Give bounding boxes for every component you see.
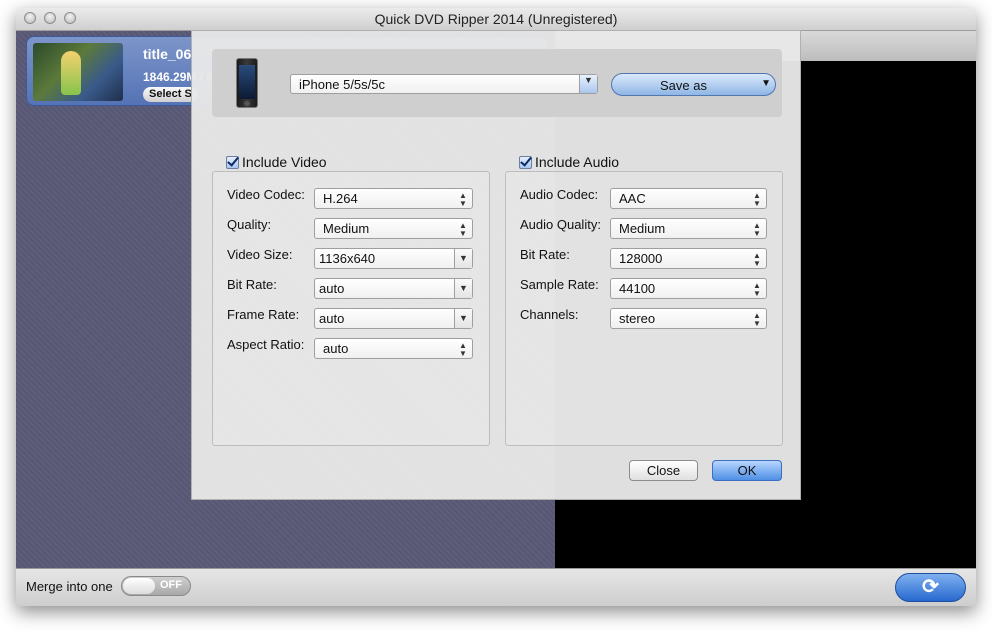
quality-label: Quality: [227,217,272,232]
include-video-label: Include Video [242,154,327,170]
audio-bitrate-label: Bit Rate: [520,247,570,262]
frame-rate-value: auto [319,311,345,326]
frame-rate-label: Frame Rate: [227,307,300,322]
audio-quality-select[interactable]: Medium ▲ ▼ [610,218,767,239]
refresh-icon: ⟳ [922,576,939,598]
title-thumbnail [33,43,123,101]
stepper-arrows-icon: ▲ ▼ [459,221,467,238]
device-bar: iPhone 5/5s/5c ▼ Save as ▼ [212,49,782,117]
refresh-button[interactable]: ⟳ [895,573,966,602]
close-button[interactable]: Close [629,460,698,481]
video-codec-label: Video Codec: [227,187,305,202]
channels-label: Channels: [520,307,579,322]
thumbnail-figure [61,51,81,95]
video-quality-select[interactable]: Medium ▲ ▼ [314,218,473,239]
ok-button[interactable]: OK [712,460,782,481]
video-size-label: Video Size: [227,247,293,262]
channels-select[interactable]: stereo ▲ ▼ [610,308,767,329]
toggle-knob [123,578,155,594]
iphone-icon [236,58,258,108]
video-size-value: 1136x640 [319,251,376,266]
device-select[interactable]: iPhone 5/5s/5c ▼ [290,74,598,94]
merge-label: Merge into one [26,579,113,594]
save-as-label: Save as [660,78,707,93]
window-title: Quick DVD Ripper 2014 (Unregistered) [374,11,618,27]
video-settings-group: Video Codec: H.264 ▲ ▼ Quality: Medium ▲ ▼ V… [212,171,490,446]
bottom-bar: Merge into one OFF ⟳ [16,568,976,606]
video-size-combobox[interactable]: 1136x640 ▼ [314,248,473,269]
audio-codec-value: AAC [619,191,646,206]
chevron-down-icon: ▼ [579,75,597,93]
audio-quality-value: Medium [619,221,666,236]
frame-rate-combobox[interactable]: auto ▼ [314,308,473,329]
chevron-down-icon: ▼ [761,78,771,89]
aspect-ratio-label: Aspect Ratio: [227,337,305,352]
audio-settings-group: Audio Codec: AAC ▲ ▼ Audio Quality: Medium… [505,171,783,446]
merge-toggle[interactable]: OFF [121,576,191,596]
video-bitrate-combobox[interactable]: auto ▼ [314,278,473,299]
audio-quality-label: Audio Quality: [520,217,601,232]
chevron-down-icon: ▼ [454,249,472,268]
sample-rate-select[interactable]: 44100 ▲ ▼ [610,278,767,299]
audio-bitrate-value: 128000 [619,251,663,266]
video-bitrate-value: auto [319,281,345,296]
stepper-arrows-icon: ▲ ▼ [753,281,761,298]
aspect-ratio-select[interactable]: auto ▲ ▼ [314,338,473,359]
include-video-checkbox[interactable]: Include Video [226,154,327,170]
title-name: title_06 [143,46,192,62]
phone-home-button [244,101,250,106]
toggle-state: OFF [160,579,182,591]
checkbox-checked-icon [519,156,532,169]
video-quality-value: Medium [323,221,370,236]
sample-rate-value: 44100 [619,281,656,296]
profile-settings-dialog: iPhone 5/5s/5c ▼ Save as ▼ Include Video… [191,30,801,500]
video-codec-value: H.264 [323,191,358,206]
aspect-ratio-value: auto [323,341,349,356]
sample-rate-label: Sample Rate: [520,277,599,292]
include-audio-checkbox[interactable]: Include Audio [519,154,619,170]
chevron-down-icon: ▼ [454,309,472,328]
select-subtitle-button[interactable]: Select S [143,87,198,102]
stepper-arrows-icon: ▲ ▼ [459,341,467,358]
stepper-arrows-icon: ▲ ▼ [753,311,761,328]
stepper-arrows-icon: ▲ ▼ [753,191,761,208]
device-select-value: iPhone 5/5s/5c [299,77,386,92]
stepper-arrows-icon: ▲ ▼ [753,221,761,238]
video-bitrate-label: Bit Rate: [227,277,277,292]
stepper-arrows-icon: ▲ ▼ [459,191,467,208]
title-bar: Quick DVD Ripper 2014 (Unregistered) [16,8,976,31]
phone-screen [239,65,255,99]
audio-codec-select[interactable]: AAC ▲ ▼ [610,188,767,209]
stepper-arrows-icon: ▲ ▼ [753,251,761,268]
include-audio-label: Include Audio [535,154,620,170]
chevron-down-icon: ▼ [454,279,472,298]
channels-value: stereo [619,311,656,326]
video-codec-select[interactable]: H.264 ▲ ▼ [314,188,473,209]
audio-bitrate-select[interactable]: 128000 ▲ ▼ [610,248,767,269]
save-as-button[interactable]: Save as ▼ [611,73,776,96]
checkbox-checked-icon [226,156,239,169]
audio-codec-label: Audio Codec: [520,187,599,202]
